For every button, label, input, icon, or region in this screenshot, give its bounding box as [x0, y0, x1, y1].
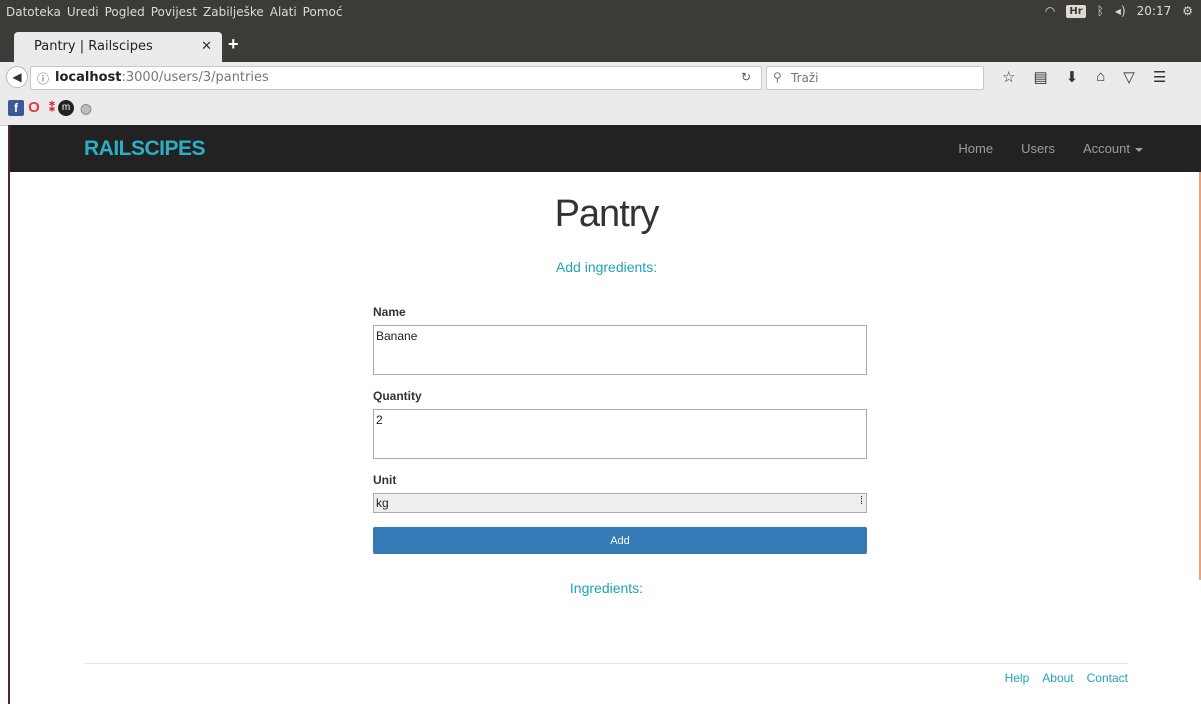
m-bookmark-icon[interactable]: m — [58, 100, 74, 116]
tab-close-icon[interactable]: ✕ — [201, 38, 212, 54]
menu-alati[interactable]: Alati — [270, 5, 297, 19]
navigation-toolbar: ◀ ⓘ localhost:3000/users/3/pantries ↻ ⚲ … — [0, 62, 1201, 92]
site-navbar: RAILSCIPES Home Users Account — [10, 125, 1201, 172]
url-bar[interactable]: ⓘ localhost:3000/users/3/pantries ↻ — [30, 66, 762, 90]
nav-account-dropdown[interactable]: Account — [1083, 141, 1143, 156]
select-arrow-icon: ⁞ — [859, 495, 863, 507]
nav-users-link[interactable]: Users — [1021, 141, 1055, 156]
back-arrow-icon[interactable]: ◀ — [6, 66, 28, 88]
pocket-icon[interactable]: ▽ — [1123, 68, 1135, 86]
name-textarea[interactable]: Banane — [373, 325, 867, 375]
footer-links: Help About Contact — [1005, 671, 1128, 685]
bookmarks-toolbar: f O ⁑ m ◍ — [0, 92, 1201, 126]
footer-about-link[interactable]: About — [1042, 671, 1073, 685]
menu-pogled[interactable]: Pogled — [105, 5, 145, 19]
opera-bookmark-icon[interactable]: O — [26, 100, 42, 116]
tab-strip: Pantry | Railscipes ✕ + — [0, 26, 1201, 62]
menu-povijest[interactable]: Povijest — [151, 5, 197, 19]
quantity-label: Quantity — [373, 389, 422, 403]
page-viewport: RAILSCIPES Home Users Account Pantry Add… — [8, 125, 1201, 704]
keyboard-layout-indicator[interactable]: Hr — [1066, 4, 1086, 18]
quantity-textarea[interactable]: 2 — [373, 409, 867, 459]
add-ingredient-form: Name Banane Quantity 2 Unit kg ⁞ Add — [373, 305, 867, 554]
system-tray: ◠ Hr ᛒ ◂) 20:17 ⚙ — [1045, 4, 1193, 18]
url-path: :3000/users/3/pantries — [121, 70, 269, 85]
add-ingredients-heading: Add ingredients: — [555, 259, 658, 275]
unit-selected-value: kg — [376, 496, 389, 510]
wifi-icon[interactable]: ◠ — [1045, 4, 1055, 18]
download-icon[interactable]: ⬇ — [1066, 68, 1079, 86]
menu-pomoc[interactable]: Pomoć — [303, 5, 343, 19]
url-host: localhost — [55, 70, 122, 85]
settings-gear-icon[interactable]: ⚙ — [1182, 4, 1193, 18]
search-icon: ⚲ — [773, 70, 782, 84]
brand-logo-link[interactable]: RAILSCIPES — [84, 137, 206, 161]
hamburger-menu-icon[interactable]: ☰ — [1153, 68, 1166, 86]
menu-zabiljeske[interactable]: Zabilješke — [203, 5, 264, 19]
search-input[interactable] — [789, 70, 978, 86]
nav-links: Home Users Account — [958, 141, 1143, 156]
app-menu: Datoteka Uredi Pogled Povijest Zabilješk… — [6, 5, 342, 19]
menu-uredi[interactable]: Uredi — [67, 5, 99, 19]
add-button[interactable]: Add — [373, 527, 867, 554]
site-info-icon[interactable]: ⓘ — [37, 70, 49, 87]
reading-list-icon[interactable]: ▤ — [1033, 68, 1047, 86]
home-icon[interactable]: ⌂ — [1096, 68, 1105, 86]
url-text[interactable]: localhost:3000/users/3/pantries — [55, 70, 269, 85]
menu-datoteka[interactable]: Datoteka — [6, 5, 61, 19]
name-label: Name — [373, 305, 406, 319]
caret-down-icon — [1135, 147, 1143, 152]
ingredients-heading: Ingredients: — [569, 580, 644, 596]
page-title: Pantry — [554, 193, 660, 235]
reload-icon[interactable]: ↻ — [741, 70, 751, 84]
footer-divider — [84, 663, 1128, 664]
unit-select[interactable]: kg ⁞ — [373, 493, 867, 513]
footer-contact-link[interactable]: Contact — [1087, 671, 1128, 685]
unit-label: Unit — [373, 473, 397, 487]
bookmark-star-icon[interactable]: ☆ — [1002, 68, 1015, 86]
tab-title: Pantry | Railscipes — [34, 39, 153, 54]
volume-icon[interactable]: ◂) — [1115, 4, 1126, 18]
clock[interactable]: 20:17 — [1137, 4, 1172, 18]
browser-tab-active[interactable]: Pantry | Railscipes ✕ — [14, 32, 222, 62]
search-box: ⚲ — [766, 66, 984, 90]
bluetooth-icon[interactable]: ᛒ — [1097, 4, 1104, 18]
new-tab-plus-icon[interactable]: + — [228, 34, 239, 55]
facebook-bookmark-icon[interactable]: f — [8, 100, 24, 116]
nav-home-link[interactable]: Home — [958, 141, 993, 156]
os-top-bar: Datoteka Uredi Pogled Povijest Zabilješk… — [0, 0, 1201, 26]
footer-help-link[interactable]: Help — [1005, 671, 1030, 685]
globe-bookmark-icon[interactable]: ◍ — [78, 100, 94, 116]
toolbar-icons: ☆ ▤ ⬇ ⌂ ▽ ☰ — [1002, 68, 1166, 86]
nav-account-label: Account — [1083, 141, 1130, 156]
